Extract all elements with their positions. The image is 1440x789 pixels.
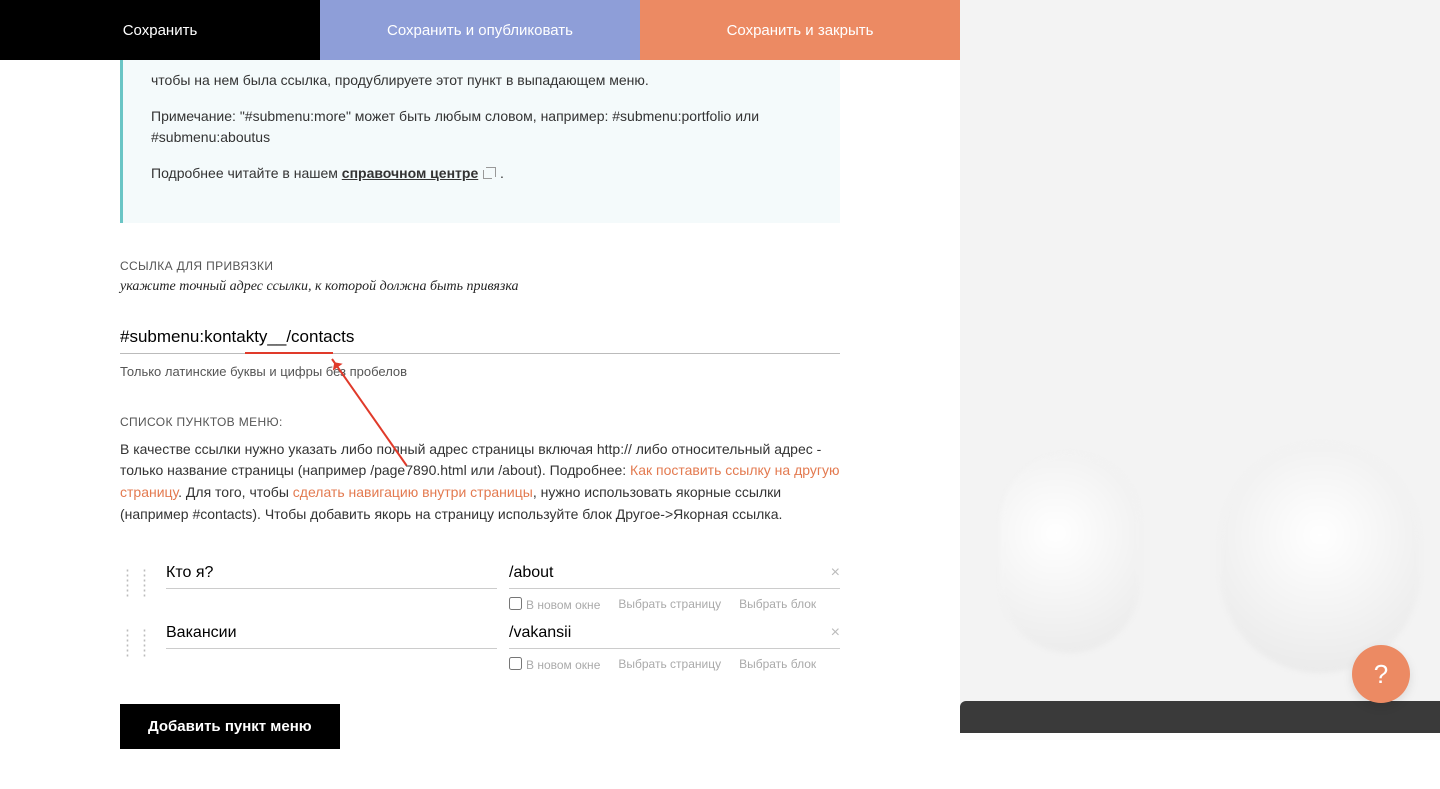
annotation-underline [245,352,333,354]
menu-item-options: В новом окне Выбрать страницу Выбрать бл… [509,597,840,612]
menu-item-link-input[interactable] [509,620,840,649]
preview-blob [1220,443,1420,673]
choose-block-link[interactable]: Выбрать блок [739,597,816,611]
menu-item-options: В новом окне Выбрать страницу Выбрать бл… [509,657,840,672]
help-fab-button[interactable]: ? [1352,645,1410,703]
info-box: чтобы на нем была ссылка, продублируете … [120,60,840,223]
remove-row-icon[interactable]: × [831,564,840,582]
drag-handle-icon[interactable]: ⋮⋮⋮⋮ [120,560,154,598]
info-text: Примечание: "#submenu:more" может быть л… [151,106,820,149]
help-center-link[interactable]: справочном центре [342,165,478,181]
choose-block-link[interactable]: Выбрать блок [739,657,816,671]
menu-item-name-input[interactable] [166,620,497,649]
add-menu-item-button[interactable]: Добавить пункт меню [120,704,340,749]
menu-item-link-input[interactable] [509,560,840,589]
settings-form: чтобы на нем была ссылка, продублируете … [0,60,960,789]
howto-link-nav[interactable]: сделать навигацию внутри страницы [293,484,533,500]
link-binding-input[interactable] [120,319,840,354]
menu-item-name-input[interactable] [166,560,497,589]
link-binding-label: ССЫЛКА ДЛЯ ПРИВЯЗКИ [120,259,840,273]
menu-list-description: В качестве ссылки нужно указать либо пол… [120,439,840,526]
save-close-button[interactable]: Сохранить и закрыть [640,0,960,60]
menu-list-label: СПИСОК ПУНКТОВ МЕНЮ: [120,415,840,429]
menu-item-row: ⋮⋮⋮⋮ × В новом окне Выбрать страницу Выб… [120,620,840,672]
menu-items-list: ⋮⋮⋮⋮ × В новом окне Выбрать страницу Выб… [120,560,840,672]
drag-handle-icon[interactable]: ⋮⋮⋮⋮ [120,620,154,658]
preview-panel [960,0,1440,733]
new-window-checkbox[interactable]: В новом окне [509,597,600,612]
new-window-checkbox[interactable]: В новом окне [509,657,600,672]
save-button[interactable]: Сохранить [0,0,320,60]
info-text: Подробнее читайте в нашем справочном цен… [151,163,820,185]
link-binding-subtext: укажите точный адрес ссылки, к которой д… [120,279,840,295]
choose-page-link[interactable]: Выбрать страницу [618,597,721,611]
preview-footer-strip [960,701,1440,733]
link-binding-hint: Только латинские буквы и цифры без пробе… [120,364,840,379]
save-publish-button[interactable]: Сохранить и опубликовать [320,0,640,60]
remove-row-icon[interactable]: × [831,624,840,642]
menu-item-row: ⋮⋮⋮⋮ × В новом окне Выбрать страницу Выб… [120,560,840,612]
action-bar: Сохранить Сохранить и опубликовать Сохра… [0,0,960,60]
preview-blob [1000,453,1140,653]
external-link-icon [486,167,496,177]
choose-page-link[interactable]: Выбрать страницу [618,657,721,671]
info-text: чтобы на нем была ссылка, продублируете … [151,70,820,92]
